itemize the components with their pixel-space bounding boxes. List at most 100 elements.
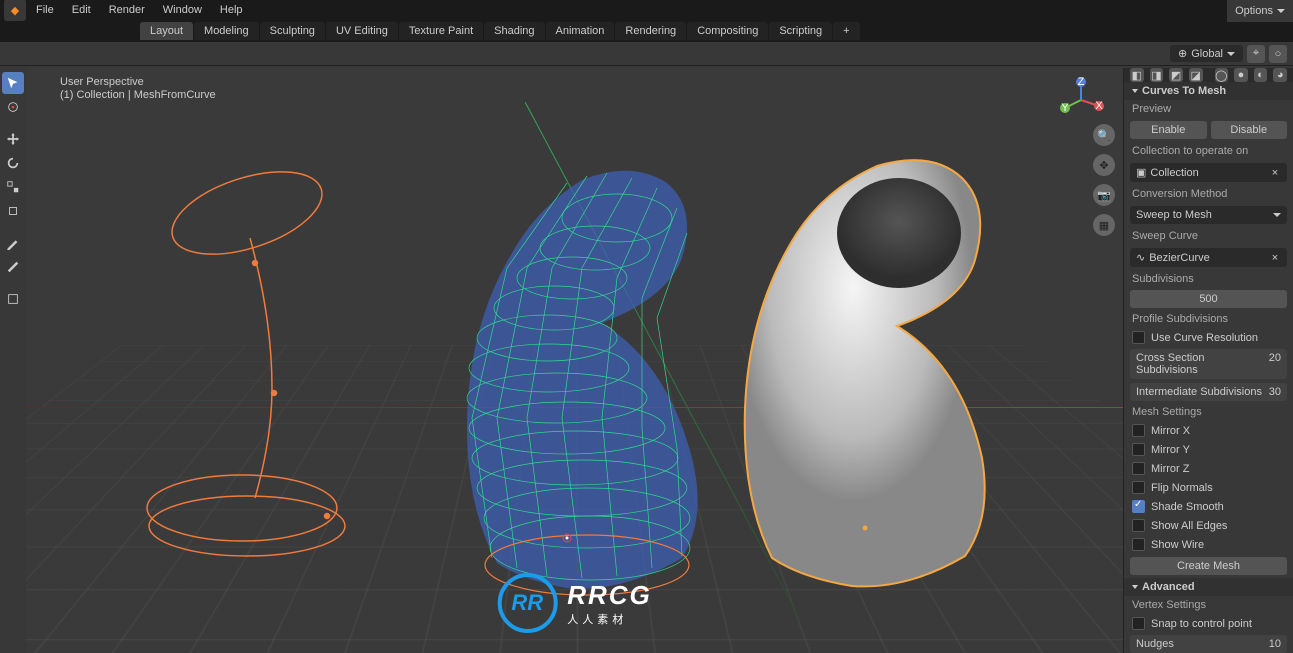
snap-checkbox[interactable]: [1132, 617, 1145, 630]
snap-icon[interactable]: ⌖: [1247, 45, 1265, 63]
nudges-field[interactable]: Nudges10: [1130, 635, 1287, 653]
use-curve-res-label: Use Curve Resolution: [1151, 332, 1258, 344]
transform-tool[interactable]: [2, 200, 24, 222]
shade-smooth-label: Shade Smooth: [1151, 501, 1224, 513]
enable-button[interactable]: Enable: [1130, 121, 1207, 139]
workspace-tabs: Layout Modeling Sculpting UV Editing Tex…: [0, 20, 1293, 42]
scene-content: [26, 68, 1123, 653]
panel-icon-1[interactable]: ◧: [1130, 68, 1144, 82]
mirror-z-label: Mirror Z: [1151, 463, 1190, 475]
sweep-label: Sweep Curve: [1124, 227, 1293, 245]
svg-text:X: X: [1095, 100, 1103, 112]
wireframe-mesh: [467, 171, 698, 595]
panel-header-icons: ◧ ◨ ◩ ◪ ◯ ● ◐ ◕: [1124, 68, 1293, 82]
proportional-icon[interactable]: ○: [1269, 45, 1287, 63]
navigation-gizmo[interactable]: X Y Z: [1057, 76, 1105, 124]
tab-shading[interactable]: Shading: [484, 22, 544, 40]
profile-subdiv-label: Profile Subdivisions: [1124, 310, 1293, 328]
options-button[interactable]: Options: [1227, 0, 1293, 22]
cross-section-field[interactable]: Cross Section Subdivisions20: [1130, 349, 1287, 379]
mirror-x-label: Mirror X: [1151, 425, 1190, 437]
add-primitive-tool[interactable]: [2, 288, 24, 310]
conversion-label: Conversion Method: [1124, 185, 1293, 203]
tab-scripting[interactable]: Scripting: [769, 22, 832, 40]
menu-file[interactable]: File: [28, 2, 62, 18]
viewport-header: ⊕ Global ⌖ ○ Options: [0, 42, 1293, 66]
preview-label: Preview: [1124, 100, 1293, 118]
disable-button[interactable]: Disable: [1211, 121, 1288, 139]
subdiv-label: Subdivisions: [1124, 270, 1293, 288]
solid-mode-icon[interactable]: ●: [1234, 68, 1248, 82]
intermediate-field[interactable]: Intermediate Subdivisions30: [1130, 383, 1287, 401]
measure-tool[interactable]: [2, 256, 24, 278]
tab-modeling[interactable]: Modeling: [194, 22, 259, 40]
left-toolbar: [0, 68, 26, 653]
tab-rendering[interactable]: Rendering: [615, 22, 686, 40]
menu-window[interactable]: Window: [155, 2, 210, 18]
n-panel: ◧ ◨ ◩ ◪ ◯ ● ◐ ◕ Curves To Mesh Preview E…: [1123, 68, 1293, 653]
panel-icon-4[interactable]: ◪: [1189, 68, 1203, 82]
perspective-icon[interactable]: ▦: [1093, 214, 1115, 236]
use-curve-res-checkbox[interactable]: [1132, 331, 1145, 344]
cursor-tool[interactable]: [2, 96, 24, 118]
shade-smooth-checkbox[interactable]: [1132, 500, 1145, 513]
move-view-icon[interactable]: ✥: [1093, 154, 1115, 176]
orientation-dropdown[interactable]: ⊕ Global: [1170, 45, 1243, 62]
annotate-tool[interactable]: [2, 232, 24, 254]
menu-edit[interactable]: Edit: [64, 2, 99, 18]
conversion-dropdown[interactable]: Sweep to Mesh: [1130, 206, 1287, 224]
zoom-icon[interactable]: 🔍: [1093, 124, 1115, 146]
curve-object: [147, 156, 345, 556]
subdivisions-field[interactable]: 500: [1130, 290, 1287, 308]
panel-icon-3[interactable]: ◩: [1169, 68, 1183, 82]
tab-compositing[interactable]: Compositing: [687, 22, 768, 40]
panel-icon-2[interactable]: ◨: [1150, 68, 1164, 82]
flip-normals-label: Flip Normals: [1151, 482, 1213, 494]
rotate-tool[interactable]: [2, 152, 24, 174]
show-wire-checkbox[interactable]: [1132, 538, 1145, 551]
show-edges-label: Show All Edges: [1151, 520, 1227, 532]
select-tool[interactable]: [2, 72, 24, 94]
tab-sculpting[interactable]: Sculpting: [260, 22, 325, 40]
scale-tool[interactable]: [2, 176, 24, 198]
solid-mesh-selected: [745, 160, 985, 586]
collection-label: Collection to operate on: [1124, 142, 1293, 160]
mesh-settings-label: Mesh Settings: [1124, 403, 1293, 421]
move-tool[interactable]: [2, 128, 24, 150]
top-menu: ◆ File Edit Render Window Help: [0, 0, 1293, 20]
sweep-curve-input[interactable]: ∿ BezierCurve ×: [1130, 248, 1287, 267]
show-wire-label: Show Wire: [1151, 539, 1204, 551]
clear-collection-icon[interactable]: ×: [1269, 167, 1281, 179]
curve-icon: ∿: [1136, 251, 1145, 264]
wireframe-mode-icon[interactable]: ◯: [1215, 68, 1229, 82]
tab-texture[interactable]: Texture Paint: [399, 22, 483, 40]
menu-help[interactable]: Help: [212, 2, 251, 18]
vertex-settings-label: Vertex Settings: [1124, 596, 1293, 614]
collection-input[interactable]: ▣ Collection ×: [1130, 163, 1287, 182]
viewport-nav-icons: 🔍 ✥ 📷 ▦: [1093, 124, 1115, 236]
tab-add[interactable]: +: [833, 22, 859, 40]
viewport-info: User Perspective (1) Collection | MeshFr…: [60, 76, 216, 102]
svg-text:Z: Z: [1078, 76, 1085, 88]
snap-label: Snap to control point: [1151, 618, 1252, 630]
advanced-section[interactable]: Advanced: [1124, 578, 1293, 596]
tab-uv[interactable]: UV Editing: [326, 22, 398, 40]
collection-icon: ▣: [1136, 166, 1146, 179]
mirror-z-checkbox[interactable]: [1132, 462, 1145, 475]
mirror-y-checkbox[interactable]: [1132, 443, 1145, 456]
rendered-mode-icon[interactable]: ◕: [1273, 68, 1287, 82]
viewport-3d[interactable]: User Perspective (1) Collection | MeshFr…: [26, 68, 1123, 653]
material-mode-icon[interactable]: ◐: [1254, 68, 1268, 82]
camera-view-icon[interactable]: 📷: [1093, 184, 1115, 206]
mirror-x-checkbox[interactable]: [1132, 424, 1145, 437]
svg-text:Y: Y: [1061, 102, 1069, 114]
create-mesh-button[interactable]: Create Mesh: [1130, 557, 1287, 575]
flip-normals-checkbox[interactable]: [1132, 481, 1145, 494]
tab-layout[interactable]: Layout: [140, 22, 193, 40]
clear-sweep-icon[interactable]: ×: [1269, 252, 1281, 264]
menu-render[interactable]: Render: [101, 2, 153, 18]
show-edges-checkbox[interactable]: [1132, 519, 1145, 532]
tab-animation[interactable]: Animation: [546, 22, 615, 40]
panel-title[interactable]: Curves To Mesh: [1124, 82, 1293, 100]
mirror-y-label: Mirror Y: [1151, 444, 1190, 456]
